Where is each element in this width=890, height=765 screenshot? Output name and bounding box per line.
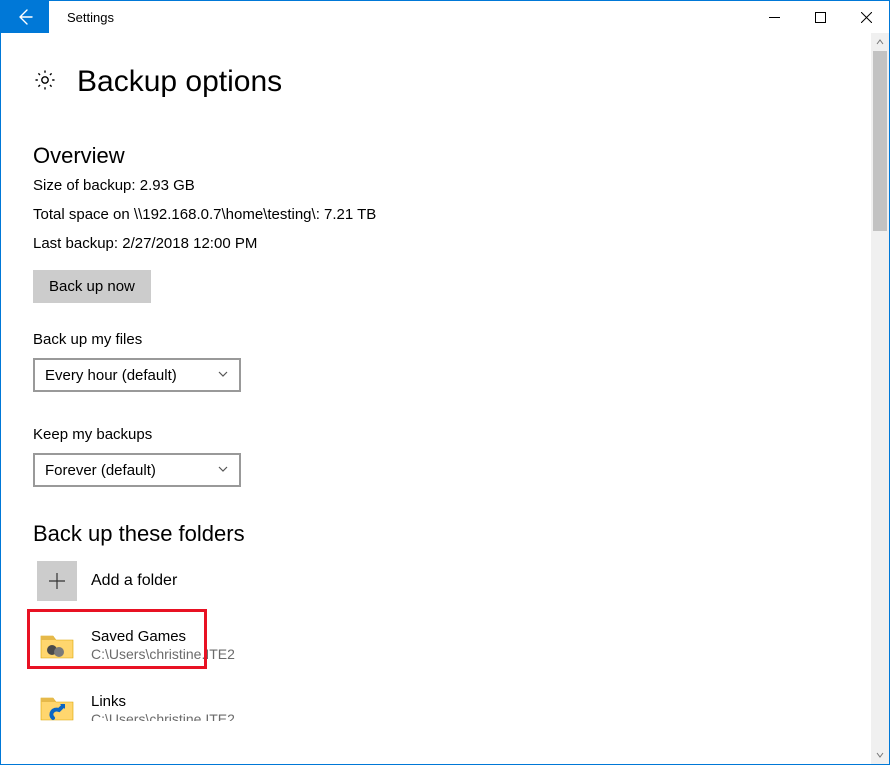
minimize-icon	[769, 12, 780, 23]
folder-name: Links	[91, 693, 235, 711]
chevron-down-icon	[875, 750, 885, 760]
total-space-line: Total space on \\192.168.0.7\home\testin…	[33, 206, 871, 223]
minimize-button[interactable]	[751, 1, 797, 33]
back-button[interactable]	[1, 1, 49, 33]
title-bar: Settings	[1, 1, 889, 33]
scroll-track[interactable]	[871, 51, 889, 746]
folder-item-saved-games[interactable]: Saved Games C:\Users\christine.ITE2	[33, 621, 871, 669]
add-folder-button[interactable]: Add a folder	[33, 555, 208, 607]
retention-label: Keep my backups	[33, 426, 871, 443]
scroll-thumb[interactable]	[873, 51, 887, 231]
window-title: Settings	[49, 1, 751, 33]
close-button[interactable]	[843, 1, 889, 33]
scroll-down-button[interactable]	[871, 746, 889, 764]
maximize-icon	[815, 12, 826, 23]
page-title: Backup options	[77, 65, 282, 99]
folder-text: Links C:\Users\christine.ITE2	[91, 693, 235, 721]
frequency-value: Every hour (default)	[45, 367, 177, 384]
folder-text: Saved Games C:\Users\christine.ITE2	[91, 628, 235, 663]
folder-name: Saved Games	[91, 628, 235, 646]
retention-dropdown[interactable]: Forever (default)	[33, 453, 241, 487]
content-pane: Backup options Overview Size of backup: …	[1, 33, 871, 764]
frequency-dropdown[interactable]: Every hour (default)	[33, 358, 241, 392]
folders-section: Back up these folders Add a folder	[33, 521, 871, 731]
folder-icon	[37, 625, 77, 665]
arrow-left-icon	[15, 7, 35, 27]
vertical-scrollbar[interactable]	[871, 33, 889, 764]
folder-icon	[37, 687, 77, 727]
retention-value: Forever (default)	[45, 462, 156, 479]
settings-window: Settings	[0, 0, 890, 765]
folders-heading: Back up these folders	[33, 521, 871, 547]
folder-item-links[interactable]: Links C:\Users\christine.ITE2	[33, 683, 871, 731]
body-area: Backup options Overview Size of backup: …	[1, 33, 889, 764]
chevron-down-icon	[217, 367, 229, 384]
gear-icon	[33, 68, 57, 97]
plus-icon	[37, 561, 77, 601]
frequency-label: Back up my files	[33, 331, 871, 348]
scroll-up-button[interactable]	[871, 33, 889, 51]
last-backup-line: Last backup: 2/27/2018 12:00 PM	[33, 235, 871, 252]
folder-path: C:\Users\christine.ITE2	[91, 646, 235, 663]
page-heading-row: Backup options	[33, 65, 871, 99]
chevron-down-icon	[217, 462, 229, 479]
chevron-up-icon	[875, 37, 885, 47]
add-folder-label: Add a folder	[91, 572, 177, 590]
backup-now-button[interactable]: Back up now	[33, 270, 151, 303]
window-controls	[751, 1, 889, 33]
close-icon	[861, 12, 872, 23]
overview-heading: Overview	[33, 143, 871, 169]
maximize-button[interactable]	[797, 1, 843, 33]
folder-path: C:\Users\christine.ITE2	[91, 711, 235, 721]
backup-size-line: Size of backup: 2.93 GB	[33, 177, 871, 194]
